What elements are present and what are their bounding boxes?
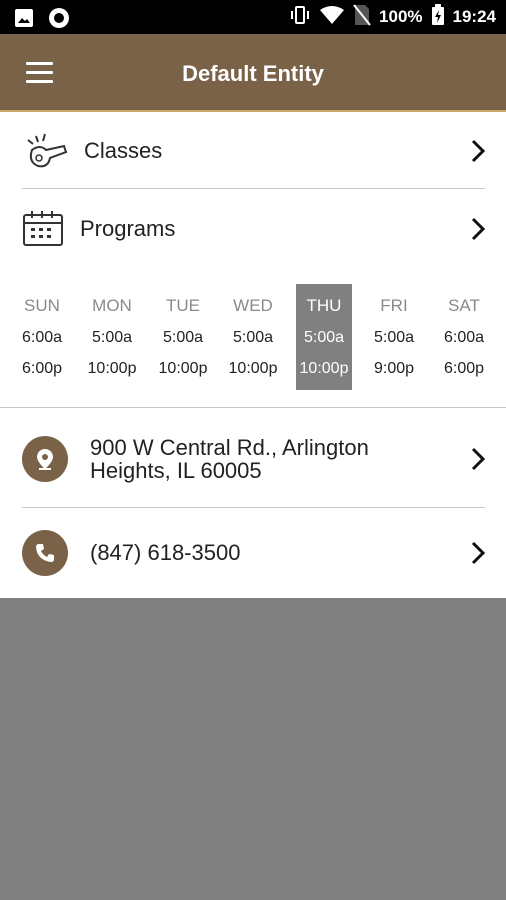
- chevron-right-icon: [470, 216, 486, 247]
- divider: [22, 188, 485, 189]
- clock: 19:24: [452, 7, 496, 26]
- wifi-icon: [319, 5, 345, 30]
- address-line-2: Heights, IL 60005: [90, 458, 262, 483]
- open-time: 5:00a: [303, 329, 345, 346]
- close-time: 6:00p: [443, 360, 485, 377]
- address-row[interactable]: 900 W Central Rd., Arlington Heights, IL…: [0, 432, 506, 488]
- close-time: 9:00p: [373, 360, 415, 377]
- open-time: 5:00a: [162, 329, 204, 346]
- image-icon: [14, 8, 34, 33]
- day-name: WED: [233, 296, 273, 315]
- day-name: MON: [92, 296, 132, 315]
- record-icon: [48, 7, 70, 34]
- page-title: Default Entity: [182, 61, 324, 86]
- day-name: THU: [306, 296, 342, 315]
- day-name: FRI: [380, 296, 408, 315]
- phone-row[interactable]: (847) 618-3500: [0, 528, 506, 578]
- open-time: 6:00a: [21, 329, 63, 346]
- app-bar: Default Entity: [0, 34, 506, 112]
- day-column-wed: WED 5:00a 10:00p: [225, 284, 281, 390]
- programs-row[interactable]: Programs: [0, 208, 506, 252]
- open-time: 5:00a: [91, 329, 133, 346]
- close-time: 10:00p: [299, 360, 349, 377]
- no-sim-icon: [353, 3, 371, 31]
- close-time: 10:00p: [158, 360, 208, 377]
- status-bar: 100% 19:24: [0, 0, 506, 34]
- close-time: 10:00p: [87, 360, 137, 377]
- open-time: 6:00a: [443, 329, 485, 346]
- battery-charging-icon: [431, 3, 445, 31]
- divider: [0, 407, 506, 408]
- phone-number: (847) 618-3500: [90, 540, 241, 565]
- day-column-tue: TUE 5:00a 10:00p: [155, 284, 211, 390]
- whistle-icon: [22, 132, 70, 175]
- content-panel: Classes Programs SUN 6:00a 6:00p MON 5:0…: [0, 112, 506, 598]
- day-name: TUE: [166, 296, 200, 315]
- chevron-right-icon: [470, 138, 486, 169]
- chevron-right-icon: [470, 540, 486, 571]
- classes-row[interactable]: Classes: [0, 130, 506, 174]
- open-time: 5:00a: [232, 329, 274, 346]
- location-pin-icon: [22, 436, 68, 482]
- vibrate-icon: [289, 5, 311, 30]
- calendar-icon: [22, 210, 64, 253]
- open-time: 5:00a: [373, 329, 415, 346]
- chevron-right-icon: [470, 446, 486, 477]
- phone-icon: [22, 530, 68, 576]
- day-column-sun: SUN 6:00a 6:00p: [14, 284, 70, 390]
- close-time: 10:00p: [228, 360, 278, 377]
- day-name: SAT: [448, 296, 480, 315]
- day-column-sat: SAT 6:00a 6:00p: [436, 284, 492, 390]
- day-column-fri: FRI 5:00a 9:00p: [366, 284, 422, 390]
- divider: [22, 507, 485, 508]
- programs-label: Programs: [80, 216, 176, 241]
- address-line-1: 900 W Central Rd., Arlington: [90, 435, 369, 460]
- day-column-mon: MON 5:00a 10:00p: [84, 284, 140, 390]
- empty-area: [0, 598, 506, 900]
- classes-label: Classes: [84, 138, 163, 163]
- day-name: SUN: [24, 296, 60, 315]
- day-column-thu-today: THU 5:00a 10:00p: [296, 284, 352, 390]
- hours-table: SUN 6:00a 6:00p MON 5:00a 10:00p TUE 5:0…: [6, 284, 496, 390]
- battery-text: 100%: [379, 7, 423, 26]
- close-time: 6:00p: [21, 360, 63, 377]
